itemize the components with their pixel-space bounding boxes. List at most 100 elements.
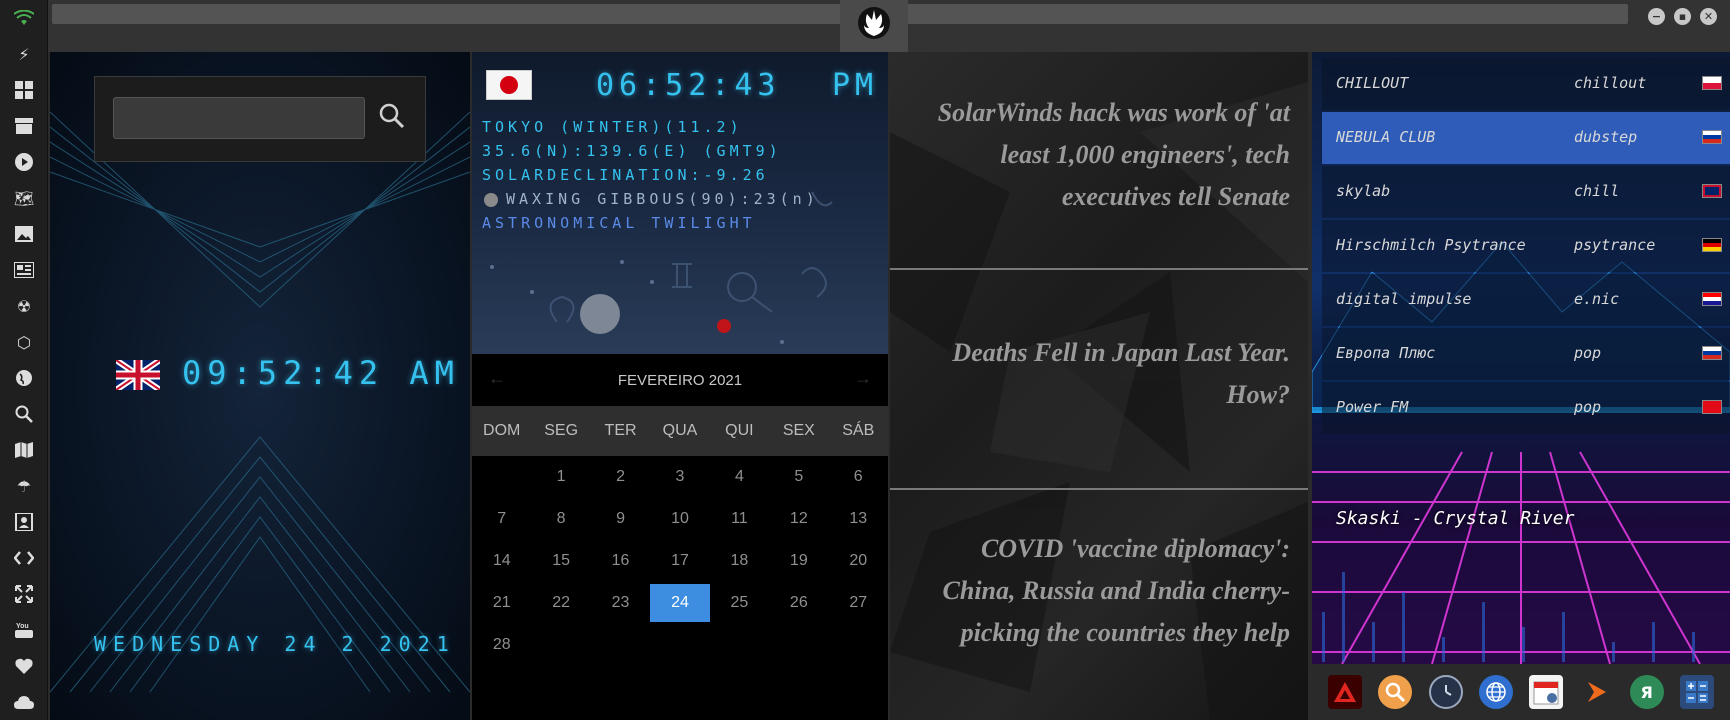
russia-flag-icon	[1702, 130, 1722, 144]
calendar-week: 1 2 3 4 5 6	[472, 456, 888, 498]
search-button[interactable]	[377, 101, 407, 131]
calendar-day[interactable]: 16	[591, 540, 650, 582]
calendar-day[interactable]: 17	[650, 540, 709, 582]
calendar-day[interactable]: 5	[769, 456, 828, 498]
maximize-button[interactable]: ▪	[1674, 8, 1691, 25]
russia-flag-icon	[1702, 346, 1722, 360]
calendar-day[interactable]: 12	[769, 498, 828, 540]
calendar-day[interactable]: 2	[591, 456, 650, 498]
radio-station-row[interactable]: Power FM pop	[1322, 382, 1730, 434]
calendar-day	[472, 456, 531, 498]
map-icon[interactable]	[12, 438, 36, 462]
station-name: skylab	[1336, 182, 1391, 200]
poland-flag-icon	[1702, 76, 1722, 90]
weekday-tue: TER	[604, 422, 637, 439]
calendar-day[interactable]: 14	[472, 540, 531, 582]
umbrella-icon[interactable]: ☂	[12, 474, 36, 498]
calendar-week: 28	[472, 624, 888, 666]
calendar-day[interactable]: 11	[710, 498, 769, 540]
calendar-icon[interactable]	[1529, 675, 1564, 709]
youtube-icon[interactable]: You	[12, 618, 36, 642]
calendar-day[interactable]: 10	[650, 498, 709, 540]
image-icon[interactable]	[12, 222, 36, 246]
news-divider	[890, 268, 1308, 270]
moon-icon	[484, 193, 498, 207]
radio-station-row[interactable]: CHILLOUT chillout	[1322, 58, 1730, 110]
news-divider	[890, 488, 1308, 490]
calendar-day[interactable]: 15	[531, 540, 590, 582]
calendar-day[interactable]: 7	[472, 498, 531, 540]
cloud-icon[interactable]	[12, 690, 36, 714]
japan-flag-icon	[486, 70, 532, 100]
map-book-icon[interactable]: 🗺	[12, 186, 36, 210]
weekday-fri: SEX	[782, 422, 815, 439]
germany-flag-icon	[1702, 238, 1722, 252]
clock-icon[interactable]	[1428, 675, 1463, 709]
wifi-icon[interactable]	[12, 6, 36, 30]
svg-text:You: You	[16, 623, 29, 630]
radio-station-row[interactable]: digital impulse e.nic	[1322, 274, 1730, 326]
calendar-day[interactable]: 19	[769, 540, 828, 582]
rebel-logo-icon[interactable]	[840, 0, 908, 52]
heart-icon[interactable]	[12, 654, 36, 678]
station-genre: pop	[1574, 344, 1602, 362]
app-launcher-icon[interactable]	[1328, 675, 1363, 709]
hexagon-icon[interactable]: ⬡	[12, 330, 36, 354]
calendar-day[interactable]: 22	[531, 582, 590, 624]
calendar-day[interactable]: 8	[531, 498, 590, 540]
radiation-icon[interactable]: ☢	[12, 294, 36, 318]
contacts-icon[interactable]	[12, 510, 36, 534]
media-play-icon[interactable]	[1579, 675, 1613, 709]
bolt-icon[interactable]: ⚡	[12, 42, 36, 66]
radio-station-row-selected[interactable]: NEBULA CLUB dubstep	[1322, 112, 1730, 164]
calendar-day[interactable]: 20	[829, 540, 888, 582]
news-headline[interactable]: SolarWinds hack was work of 'at least 1,…	[910, 92, 1290, 218]
radio-station-row[interactable]: skylab chill	[1322, 166, 1730, 218]
close-button[interactable]: ✕	[1700, 8, 1717, 25]
calendar-day[interactable]: 9	[591, 498, 650, 540]
calendar-day[interactable]: 6	[829, 456, 888, 498]
calendar-prev-button[interactable]: ←	[488, 368, 506, 389]
calendar-day[interactable]: 4	[710, 456, 769, 498]
radio-station-row[interactable]: Hirschmilch Psytrance psytrance	[1322, 220, 1730, 272]
calendar-month-title: FEVEREIRO 2021	[617, 371, 743, 389]
search-app-icon[interactable]	[1378, 675, 1413, 709]
code-icon[interactable]	[12, 546, 36, 570]
calculator-icon[interactable]	[1679, 675, 1714, 709]
uk-date: WEDNESDAY 24 2 2021	[94, 632, 456, 656]
yandex-icon[interactable]: Я	[1629, 675, 1664, 709]
calendar-next-button[interactable]: →	[854, 368, 872, 389]
tokyo-ampm: PM	[832, 68, 879, 103]
expand-icon[interactable]	[12, 582, 36, 606]
calendar-day[interactable]: 27	[829, 582, 888, 624]
calendar-day-today[interactable]: 24	[650, 584, 710, 622]
station-genre: pop	[1574, 398, 1602, 416]
radio-station-row[interactable]: Европа Плюс pop	[1322, 328, 1730, 380]
calendar-day[interactable]: 25	[710, 582, 769, 624]
magnifier-icon	[379, 103, 405, 129]
station-genre: dubstep	[1574, 128, 1638, 146]
news-headline[interactable]: Deaths Fell in Japan Last Year. How?	[910, 332, 1290, 416]
globe-icon[interactable]	[12, 366, 36, 390]
browser-globe-icon[interactable]	[1478, 675, 1513, 709]
calendar-day[interactable]: 26	[769, 582, 828, 624]
weekday-thu: QUI	[725, 422, 754, 439]
news-icon[interactable]	[12, 258, 36, 282]
calendar-day	[769, 624, 828, 666]
archive-icon[interactable]	[12, 114, 36, 138]
windows-icon[interactable]	[12, 78, 36, 102]
calendar-day[interactable]: 18	[710, 540, 769, 582]
search-icon[interactable]	[12, 402, 36, 426]
minimize-button[interactable]: −	[1648, 8, 1665, 25]
search-input[interactable]	[113, 97, 365, 139]
calendar-day[interactable]: 1	[531, 456, 590, 498]
calendar-day[interactable]: 23	[591, 582, 650, 624]
play-icon[interactable]	[12, 150, 36, 174]
news-headline[interactable]: COVID 'vaccine diplomacy': China, Russia…	[910, 528, 1290, 654]
station-genre: chillout	[1574, 74, 1647, 92]
calendar-day[interactable]: 3	[650, 456, 709, 498]
weekday-sat: SÁB	[842, 422, 875, 439]
calendar-day[interactable]: 28	[472, 624, 531, 666]
calendar-day[interactable]: 13	[829, 498, 888, 540]
calendar-day[interactable]: 21	[472, 582, 531, 624]
